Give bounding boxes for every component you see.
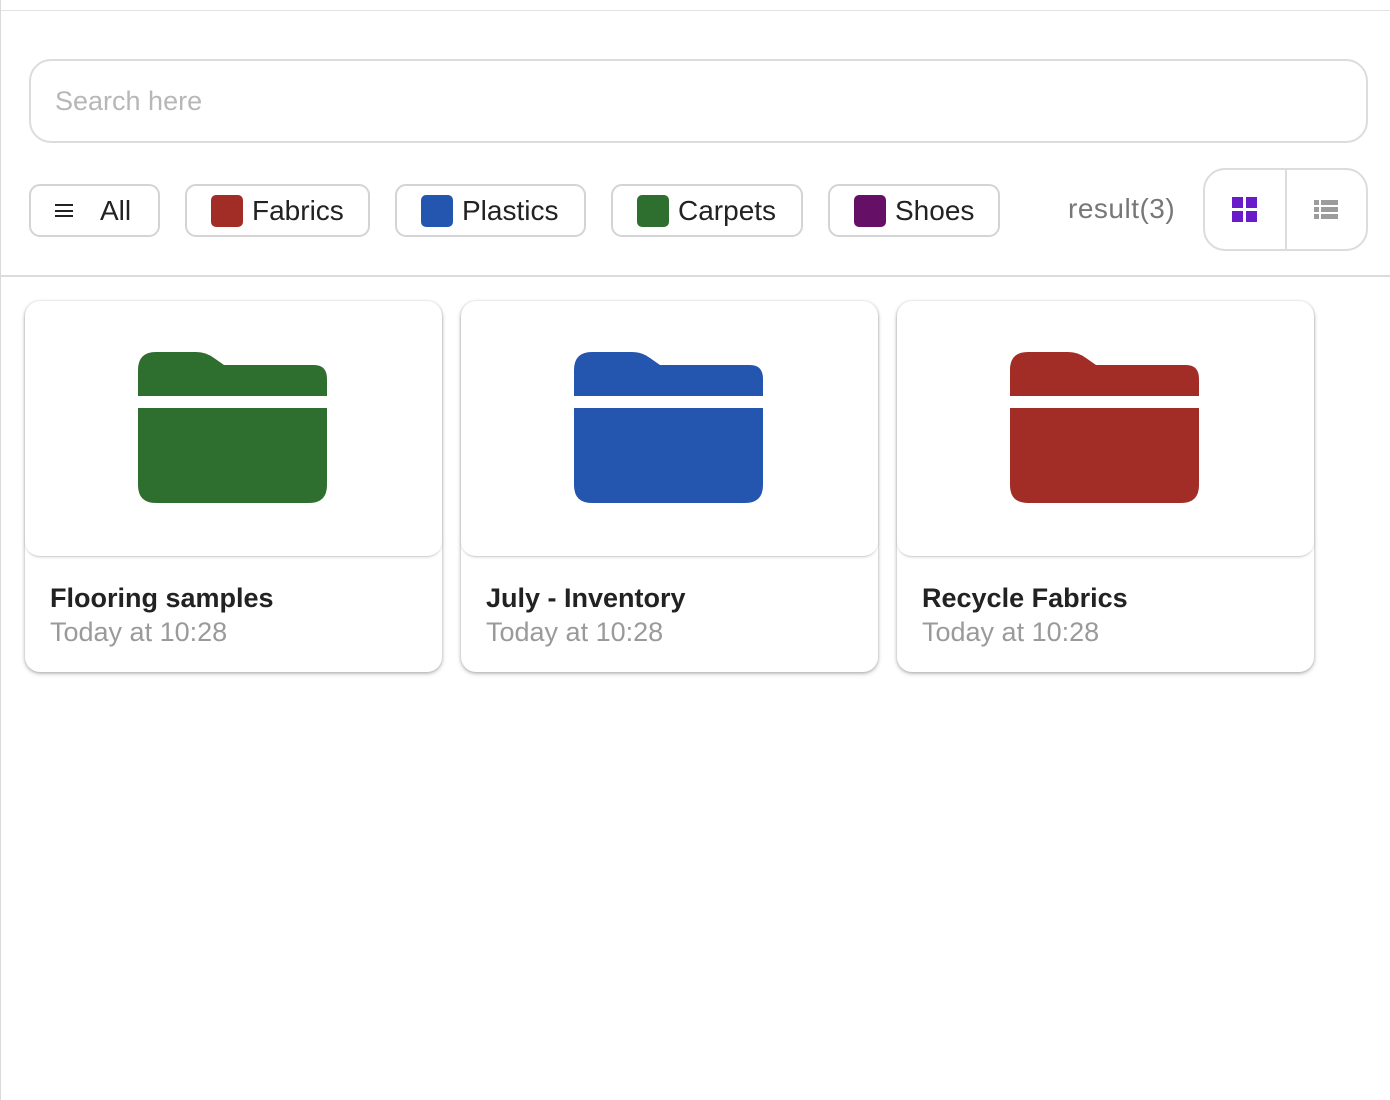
filter-label: Plastics <box>462 194 559 226</box>
filter-label: Fabrics <box>252 194 344 226</box>
result-count: result(3) <box>1068 193 1176 224</box>
list-view-icon <box>1314 200 1339 219</box>
folder-thumbnail <box>897 301 1314 557</box>
folder-card[interactable]: Flooring samples Today at 10:28 <box>25 301 442 672</box>
filter-label: Carpets <box>678 194 777 226</box>
folder-card[interactable]: July - Inventory Today at 10:28 <box>461 301 878 672</box>
folder-icon <box>574 352 763 503</box>
filter-chip-plastics[interactable]: Plastics <box>395 184 586 237</box>
view-toggle <box>1203 168 1368 251</box>
top-divider <box>1 10 1390 11</box>
toolbar-divider <box>1 275 1390 277</box>
color-swatch <box>854 194 886 227</box>
file-browser-page: All Fabrics Plastics Carpets Shoes resul… <box>0 0 1390 1100</box>
folder-timestamp: Today at 10:28 <box>922 617 1100 647</box>
grid-view-button[interactable] <box>1205 170 1285 249</box>
folder-title: Flooring samples <box>50 583 274 613</box>
filter-label: Shoes <box>895 194 975 226</box>
folder-icon <box>1010 352 1199 503</box>
color-swatch <box>421 194 453 227</box>
color-swatch <box>211 194 243 227</box>
folder-timestamp: Today at 10:28 <box>50 617 228 647</box>
grid-view-icon <box>1232 197 1258 222</box>
menu-icon <box>55 204 73 217</box>
list-view-button[interactable] <box>1284 170 1367 249</box>
filter-label: All <box>100 194 132 226</box>
filter-chip-fabrics[interactable]: Fabrics <box>185 184 370 237</box>
filter-chip-all[interactable]: All <box>29 184 160 237</box>
color-swatch <box>637 194 669 227</box>
folder-icon <box>138 352 327 503</box>
folder-thumbnail <box>25 301 442 557</box>
search-input[interactable] <box>29 59 1368 143</box>
filter-chip-carpets[interactable]: Carpets <box>611 184 803 237</box>
folder-thumbnail <box>461 301 878 557</box>
filter-chip-shoes[interactable]: Shoes <box>828 184 1000 237</box>
folder-timestamp: Today at 10:28 <box>486 617 664 647</box>
folder-card[interactable]: Recycle Fabrics Today at 10:28 <box>897 301 1314 672</box>
folder-title: July - Inventory <box>486 583 686 613</box>
folder-title: Recycle Fabrics <box>922 583 1128 613</box>
